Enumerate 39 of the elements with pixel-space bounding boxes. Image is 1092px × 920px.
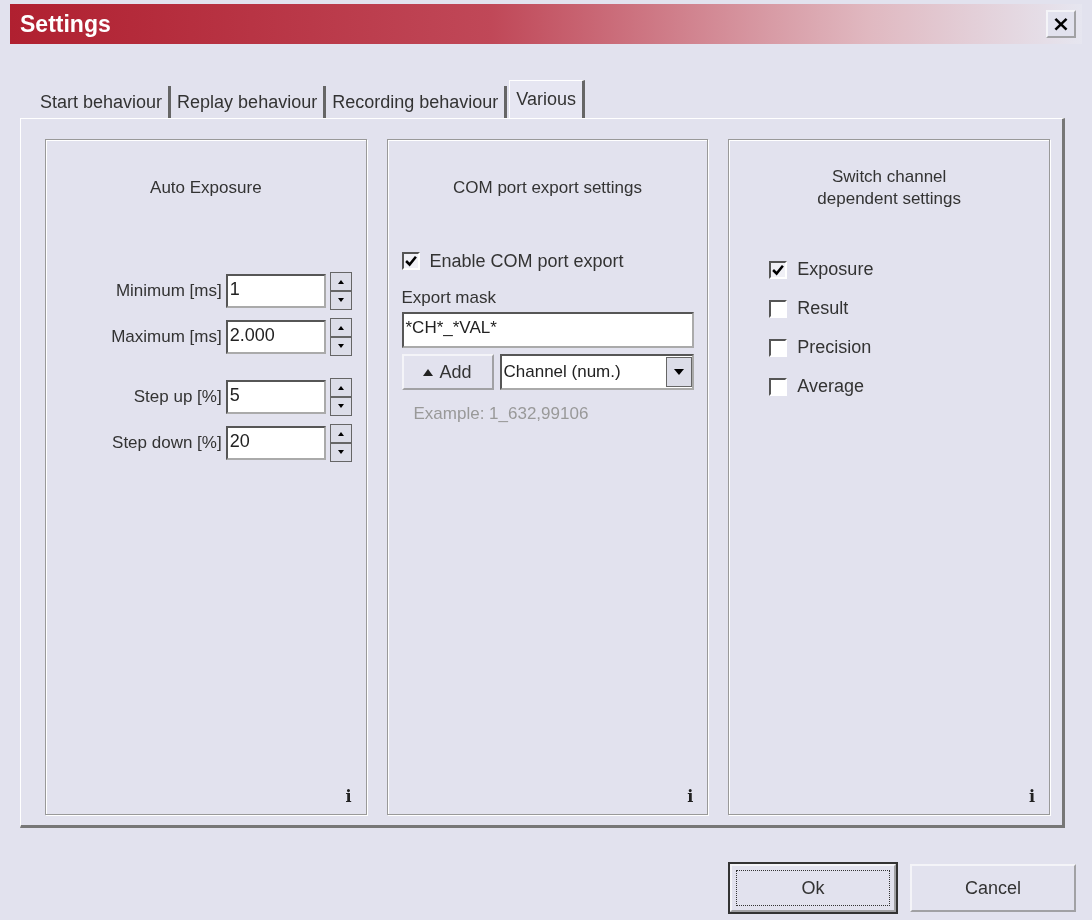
add-button[interactable]: Add [401,354,494,390]
spin-down-icon[interactable] [329,291,352,310]
checkbox-label: Exposure [797,259,874,280]
dialog-button[interactable]: Cancel [910,864,1076,912]
checkbox-label: Enable COM port export [429,250,624,272]
window-title: Settings [20,10,111,38]
tab[interactable]: Various [509,80,585,118]
spin-up-icon[interactable] [329,378,352,397]
info-icon[interactable]: i [687,787,694,806]
spin-down-icon[interactable] [329,397,352,416]
field-label: Step down [%] [112,433,222,453]
text-field[interactable]: *CH*_*VAL* [401,312,694,348]
spin-up-icon[interactable] [329,424,352,443]
dialog-button[interactable]: Ok [730,864,896,912]
checkbox-label: Result [797,298,849,319]
group-title: Auto Exposure [150,178,262,198]
checkbox[interactable] [769,377,788,396]
spin-up-icon[interactable] [329,272,352,291]
info-icon[interactable]: i [345,787,352,806]
field-label: Maximum [ms] [111,327,222,347]
checkbox[interactable] [769,338,788,357]
checkbox[interactable] [769,299,788,318]
checkbox-label: Precision [797,337,872,358]
dropdown[interactable]: Channel (num.) [499,354,694,390]
spin-down-icon[interactable] [329,443,352,462]
field-label: Export mask [401,288,496,308]
group-title: Switch channel dependent settings [816,166,962,210]
example-text: Example: 1_632,99106 [412,404,589,424]
checkbox-label: Average [797,376,865,397]
checkbox[interactable] [769,260,788,279]
info-icon[interactable]: i [1028,787,1035,806]
up-triangle-icon [423,368,434,376]
checkbox[interactable] [401,252,420,270]
spin-down-icon[interactable] [329,337,352,356]
spin-up-icon[interactable] [329,318,352,337]
field-label: Step up [%] [133,387,222,407]
group-title: COM port export settings [453,178,642,198]
field-label: Minimum [ms] [115,281,222,301]
close-button[interactable]: × [1046,10,1076,38]
